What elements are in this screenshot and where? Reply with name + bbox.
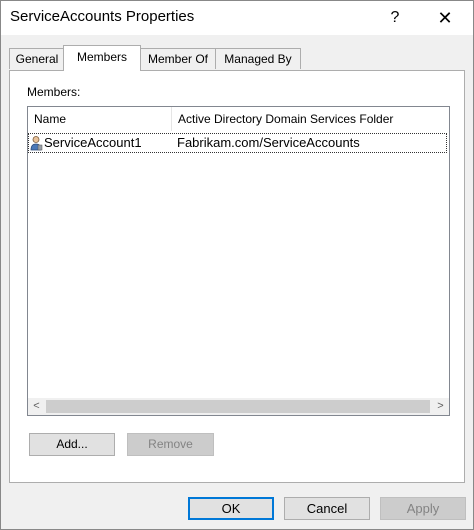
scroll-thumb[interactable] [46, 400, 430, 413]
help-button[interactable]: ? [377, 4, 413, 32]
remove-button[interactable]: Remove [127, 433, 214, 456]
member-folder: Fabrikam.com/ServiceAccounts [177, 135, 360, 150]
cancel-button[interactable]: Cancel [284, 497, 370, 520]
add-button[interactable]: Add... [29, 433, 115, 456]
title-bar: ServiceAccounts Properties ? ✕ [1, 1, 473, 35]
ok-button[interactable]: OK [188, 497, 274, 520]
apply-button[interactable]: Apply [380, 497, 466, 520]
tab-member-of[interactable]: Member Of [139, 48, 217, 69]
member-name: ServiceAccount1 [44, 135, 142, 150]
horizontal-scrollbar[interactable]: < > [28, 398, 449, 415]
scroll-right-arrow[interactable]: > [432, 398, 449, 415]
members-label: Members: [27, 85, 81, 99]
members-list[interactable]: Name Active Directory Domain Services Fo… [27, 106, 450, 416]
window-title: ServiceAccounts Properties [10, 8, 195, 25]
user-icon [30, 136, 43, 151]
column-header-folder[interactable]: Active Directory Domain Services Folder [171, 107, 449, 131]
list-header: Name Active Directory Domain Services Fo… [28, 107, 449, 131]
tab-managed-by[interactable]: Managed By [215, 48, 301, 69]
members-tab-panel: Members: Name Active Directory Domain Se… [9, 70, 465, 483]
scroll-left-arrow[interactable]: < [28, 398, 45, 415]
close-button[interactable]: ✕ [427, 4, 463, 32]
tab-general[interactable]: General [9, 48, 65, 69]
properties-dialog: ServiceAccounts Properties ? ✕ General M… [0, 0, 474, 530]
column-header-name[interactable]: Name [28, 107, 171, 131]
tab-members[interactable]: Members [63, 45, 141, 71]
list-item[interactable]: ServiceAccount1 Fabrikam.com/ServiceAcco… [28, 133, 447, 153]
